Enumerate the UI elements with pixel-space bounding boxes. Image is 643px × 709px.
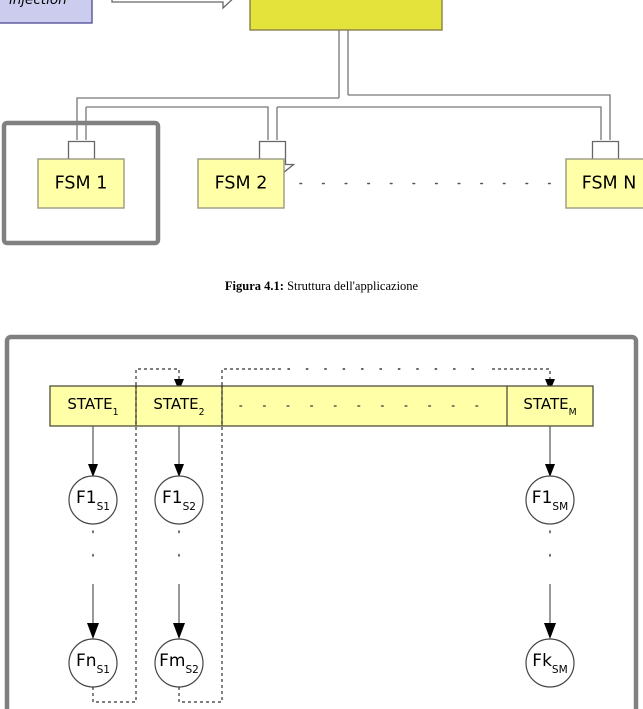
figure-page: FSM 1 FSM 2 FSM N injection Figura 4.1: … [0,0,643,709]
col-1-bottom-node-label: FnS1 [76,651,110,676]
feedback-dashed-into-state-m [492,368,551,380]
col-2-state-to-top-node-arrowhead [174,464,184,477]
feedback-dashed-state-1-to-2 [135,368,180,385]
state-2-name: STATE [153,394,199,413]
col-2-top-node-subscript: S2 [182,500,196,513]
state-1-label: STATE1 [67,394,119,418]
col-m-state-to-top-node-arrowhead [545,464,555,477]
col-m-bottom-node-name: Fk [532,651,552,672]
col-2-top-node-label: F1S2 [162,488,196,513]
col-2-bottom-node-name: Fm [159,651,186,672]
state-bar [49,385,594,427]
col-2-to-bottom-node-arrowhead [173,623,185,639]
col-1-bottom-node-subscript: S1 [96,663,110,676]
state-1-subscript: 1 [112,406,119,418]
col-2-top-node-name: F1 [162,488,183,509]
col-m-top-node-name: F1 [531,488,553,509]
col-1-top-node-name: F1 [76,488,97,509]
col-m-bottom-node-subscript: SM [551,663,568,676]
col-1-top-node-subscript: S1 [96,500,110,513]
state-m-name: STATE [523,394,569,413]
state-m-label: STATEM [523,394,577,418]
col-m-top-node-subscript: SM [552,500,569,513]
col-1-bottom-node-name: Fn [76,651,97,672]
state-m-subscript: M [568,406,577,418]
col-m-top-node-label: F1SM [531,488,569,513]
state-1-name: STATE [67,394,113,413]
col-1-top-node-label: F1S1 [76,488,110,513]
col-2-bottom-node-label: FmS2 [159,651,199,676]
col-2-bottom-node-subscript: S2 [185,663,199,676]
bottom-diagram-graphics [4,334,639,709]
col-1-state-to-top-node-arrowhead [88,464,98,477]
col-1-to-bottom-node-arrowhead [87,623,99,639]
col-m-to-bottom-node-arrowhead [544,623,556,639]
state-2-subscript: 2 [198,406,205,418]
col-m-bottom-node-label: FkSM [532,651,568,676]
feedback-dashed-state-2-to-m [221,368,282,385]
state-2-label: STATE2 [153,394,205,418]
